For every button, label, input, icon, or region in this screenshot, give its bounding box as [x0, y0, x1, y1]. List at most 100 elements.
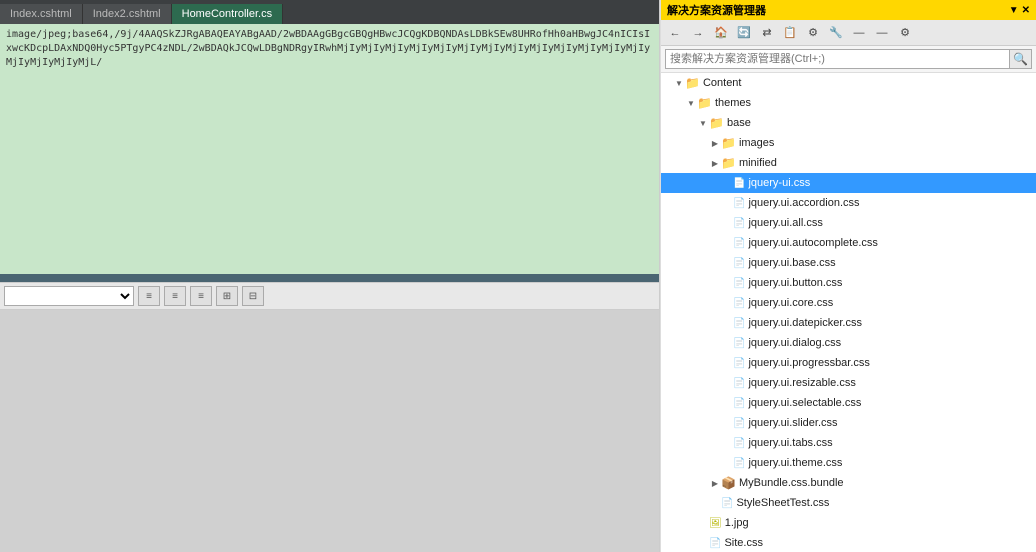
css-file-icon: 📄: [733, 218, 745, 229]
css-file-icon: 📄: [733, 378, 745, 389]
item-label: jquery.ui.selectable.css: [748, 397, 861, 409]
item-label: jquery.ui.tabs.css: [748, 437, 832, 449]
item-label: jquery.ui.accordion.css: [748, 197, 859, 209]
item-label: jquery.ui.datepicker.css: [748, 317, 862, 329]
search-input[interactable]: [665, 49, 1010, 69]
expand-icon: ▼: [673, 79, 685, 88]
right-panel: 解决方案资源管理器 ▼ ✕ ← → 🏠 🔄 ⇄ 📋 ⚙ 🔧 — — ⚙ 🔍 ▼ …: [660, 0, 1036, 552]
item-label: jquery.ui.theme.css: [748, 457, 842, 469]
toolbar-home-btn[interactable]: 🏠: [711, 24, 731, 42]
tab-index2-cshtml[interactable]: Index2.cshtml: [83, 4, 172, 24]
item-label: jquery.ui.dialog.css: [748, 337, 841, 349]
item-label: jquery.ui.all.css: [748, 217, 822, 229]
toolbar-copy-btn[interactable]: 📋: [780, 24, 800, 42]
tree-item-images[interactable]: ▶ 📁 images: [661, 133, 1036, 153]
css-file-icon: 📄: [733, 258, 745, 269]
css-file-icon: 📄: [733, 318, 745, 329]
title-bar-icons: ▼ ✕: [1009, 5, 1030, 16]
tree-item-mybundle[interactable]: ▶ 📦 MyBundle.css.bundle: [661, 473, 1036, 493]
css-file-icon: 📄: [733, 338, 745, 349]
expand-icon: ▼: [685, 99, 697, 108]
folder-icon: 📁: [697, 96, 712, 110]
toolbar-settings-btn[interactable]: ⚙: [803, 24, 823, 42]
search-bar: 🔍: [661, 46, 1036, 73]
css-file-icon: 📄: [733, 178, 745, 189]
css-file-icon: 📄: [721, 498, 733, 509]
item-label: jquery.ui.autocomplete.css: [748, 237, 877, 249]
tree-item-jquery-ui-resizable[interactable]: 📄 jquery.ui.resizable.css: [661, 373, 1036, 393]
title-icon-2[interactable]: ✕: [1022, 5, 1030, 16]
tab-homecontroller-cs[interactable]: HomeController.cs: [172, 4, 283, 24]
css-file-icon: 📄: [733, 198, 745, 209]
tree-item-jquery-ui-datepicker[interactable]: 📄 jquery.ui.datepicker.css: [661, 313, 1036, 333]
bundle-icon: 📦: [721, 476, 736, 490]
item-label: jquery.ui.resizable.css: [748, 377, 855, 389]
tree-item-base[interactable]: ▼ 📁 base: [661, 113, 1036, 133]
item-label: jquery-ui.css: [748, 177, 810, 189]
toolbar-btn-3[interactable]: ≡: [190, 286, 212, 306]
tree-item-jquery-ui-base[interactable]: 📄 jquery.ui.base.css: [661, 253, 1036, 273]
code-content: image/jpeg;base64,/9j/4AAQSkZJRgABAQEAYA…: [0, 24, 659, 274]
item-label: MyBundle.css.bundle: [739, 477, 844, 489]
file-tree[interactable]: ▼ 📁 Content ▼ 📁 themes ▼ 📁 base ▶ 📁 imag…: [661, 73, 1036, 552]
toolbar-forward-btn[interactable]: →: [688, 24, 708, 42]
item-label: Site.css: [724, 537, 763, 549]
item-label: 1.jpg: [725, 517, 749, 529]
css-file-icon: 📄: [733, 458, 745, 469]
expand-icon: ▶: [709, 159, 721, 168]
tree-item-jquery-ui-autocomplete[interactable]: 📄 jquery.ui.autocomplete.css: [661, 233, 1036, 253]
tree-item-stylesheettest[interactable]: 📄 StyleSheetTest.css: [661, 493, 1036, 513]
tree-item-jquery-ui-button[interactable]: 📄 jquery.ui.button.css: [661, 273, 1036, 293]
tree-item-jquery-ui-selectable[interactable]: 📄 jquery.ui.selectable.css: [661, 393, 1036, 413]
css-file-icon: 📄: [733, 398, 745, 409]
toolbar-minus-btn[interactable]: —: [849, 24, 869, 42]
tree-item-jquery-ui-core[interactable]: 📄 jquery.ui.core.css: [661, 293, 1036, 313]
toolbar-btn-5[interactable]: ⊟: [242, 286, 264, 306]
toolbar-btn-4[interactable]: ⊞: [216, 286, 238, 306]
tree-item-jquery-ui-slider[interactable]: 📄 jquery.ui.slider.css: [661, 413, 1036, 433]
editor-toolbar: ≡ ≡ ≡ ⊞ ⊟: [0, 282, 659, 310]
toolbar-gear-btn[interactable]: ⚙: [895, 24, 915, 42]
tree-item-content[interactable]: ▼ 📁 Content: [661, 73, 1036, 93]
editor-bottom-bar: [0, 274, 659, 282]
search-icon-btn[interactable]: 🔍: [1010, 49, 1032, 69]
tree-item-sitecss[interactable]: 📄 Site.css: [661, 533, 1036, 552]
expand-icon: ▼: [697, 119, 709, 128]
tree-item-1jpg[interactable]: 🖼 1.jpg: [661, 513, 1036, 533]
tree-item-jquery-ui-tabs[interactable]: 📄 jquery.ui.tabs.css: [661, 433, 1036, 453]
title-icon-1[interactable]: ▼: [1009, 5, 1019, 16]
item-label: themes: [715, 97, 751, 109]
css-file-icon: 📄: [709, 538, 721, 549]
css-file-icon: 📄: [733, 238, 745, 249]
item-label: jquery.ui.core.css: [748, 297, 833, 309]
toolbar-refresh-btn[interactable]: 🔄: [734, 24, 754, 42]
item-label: jquery.ui.base.css: [748, 257, 835, 269]
folder-icon: 📁: [709, 116, 724, 130]
toolbar-btn-2[interactable]: ≡: [164, 286, 186, 306]
toolbar-sync-btn[interactable]: ⇄: [757, 24, 777, 42]
image-file-icon: 🖼: [709, 518, 722, 529]
item-label: jquery.ui.slider.css: [748, 417, 837, 429]
css-file-icon: 📄: [733, 358, 745, 369]
toolbar-dash-btn[interactable]: —: [872, 24, 892, 42]
main-editor-content: [0, 310, 659, 552]
tree-item-jquery-ui-accordion[interactable]: 📄 jquery.ui.accordion.css: [661, 193, 1036, 213]
tree-item-themes[interactable]: ▼ 📁 themes: [661, 93, 1036, 113]
toolbar-wrench-btn[interactable]: 🔧: [826, 24, 846, 42]
tree-item-jquery-ui-dialog[interactable]: 📄 jquery.ui.dialog.css: [661, 333, 1036, 353]
solution-explorer-title: 解决方案资源管理器: [667, 2, 766, 18]
tree-item-jquery-ui-theme[interactable]: 📄 jquery.ui.theme.css: [661, 453, 1036, 473]
folder-icon: 📁: [721, 136, 736, 150]
item-label: images: [739, 137, 774, 149]
tab-index-cshtml[interactable]: Index.cshtml: [0, 4, 83, 24]
tree-item-jquery-ui-progressbar[interactable]: 📄 jquery.ui.progressbar.css: [661, 353, 1036, 373]
item-label: minified: [739, 157, 777, 169]
folder-icon: 📁: [685, 76, 700, 90]
style-select[interactable]: [4, 286, 134, 306]
tree-item-minified[interactable]: ▶ 📁 minified: [661, 153, 1036, 173]
css-file-icon: 📄: [733, 418, 745, 429]
toolbar-back-btn[interactable]: ←: [665, 24, 685, 42]
tree-item-jquery-ui-css[interactable]: 📄 jquery-ui.css: [661, 173, 1036, 193]
toolbar-btn-1[interactable]: ≡: [138, 286, 160, 306]
tree-item-jquery-ui-all[interactable]: 📄 jquery.ui.all.css: [661, 213, 1036, 233]
